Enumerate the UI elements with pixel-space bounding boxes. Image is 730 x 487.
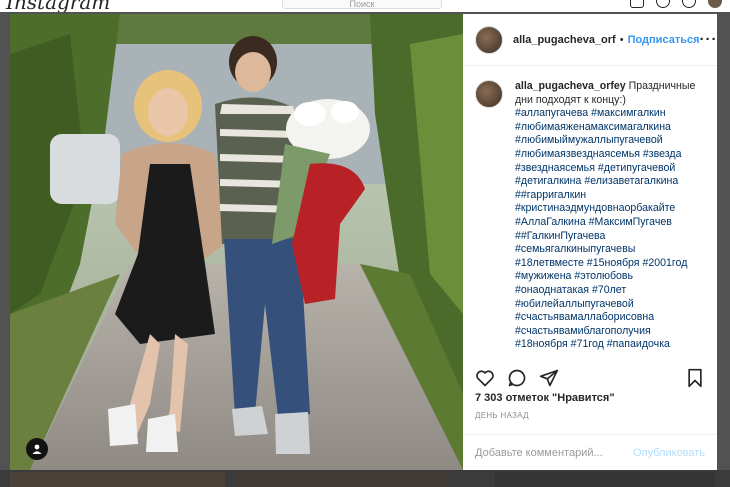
hashtag-line[interactable]: #юбилейаллыпугачевой [515, 298, 705, 312]
activity-icon[interactable] [682, 0, 696, 8]
add-comment-bar: Опубликовать [463, 434, 717, 470]
caption-author-avatar[interactable] [475, 80, 503, 108]
feed-thumbnail[interactable] [10, 472, 225, 487]
feed-thumbnail[interactable] [235, 472, 450, 487]
top-navigation-bar: Instagram Поиск [0, 0, 730, 12]
likes-count[interactable]: 7 303 отметок "Нравится" [475, 392, 615, 404]
hashtag-line[interactable]: #онаоднатакая #70лет [515, 284, 705, 298]
caption-username[interactable]: alla_pugacheva_orfey [515, 80, 626, 92]
user-icon [32, 444, 42, 454]
post-photo[interactable] [10, 14, 463, 470]
comments-section[interactable]: alla_pugacheva_orfey Праздничные дни под… [463, 66, 717, 356]
comment-icon[interactable] [507, 368, 527, 388]
explore-icon[interactable] [630, 0, 644, 8]
tagged-people-button[interactable] [26, 438, 48, 460]
hashtag-line[interactable]: #семьягалкиныпугачевы [515, 243, 705, 257]
post-side-panel: alla_pugacheva_orf • Подписаться ··· all… [463, 14, 717, 470]
hashtag-line[interactable]: #звезднаясемья #детипугачевой [515, 162, 705, 176]
hashtag-line[interactable]: #мужижена #этолюбовь [515, 270, 705, 284]
caption-body: alla_pugacheva_orfey Праздничные дни под… [515, 80, 705, 356]
more-options-button[interactable]: ··· [700, 31, 718, 48]
feed-thumbnail[interactable] [495, 472, 715, 487]
compass-icon[interactable] [656, 0, 670, 8]
hashtag-line[interactable]: ##ГалкинПугачева [515, 230, 705, 244]
post-timestamp[interactable]: ДЕНЬ НАЗАД [475, 411, 529, 420]
hashtag-line[interactable]: #детигалкина #елизаветагалкина [515, 175, 705, 189]
hashtag-line[interactable]: #любимыймужаллыпугачевой [515, 134, 705, 148]
profile-avatar-icon[interactable] [708, 0, 722, 8]
hashtag-line[interactable]: #любимаязвезднаясемья #звезда [515, 148, 705, 162]
instagram-logo[interactable]: Instagram [6, 0, 110, 12]
share-icon[interactable] [539, 368, 559, 388]
bookmark-icon[interactable] [685, 368, 705, 388]
top-nav-icons [630, 0, 722, 8]
publish-button[interactable]: Опубликовать [633, 447, 705, 459]
follow-button[interactable]: Подписаться [628, 34, 700, 46]
author-username[interactable]: alla_pugacheva_orf [513, 34, 616, 46]
hashtag-line[interactable]: #любимаяженамаксимагалкина [515, 121, 705, 135]
search-input[interactable]: Поиск [282, 0, 442, 9]
hashtag-line[interactable]: #аллапугачева #максимгалкин [515, 107, 705, 121]
post-actions [463, 364, 717, 392]
post-photo-image [10, 14, 463, 470]
author-avatar[interactable] [475, 25, 503, 54]
post-header: alla_pugacheva_orf • Подписаться ··· [463, 14, 717, 66]
hashtag-line[interactable]: #счастьявамиблагополучия [515, 325, 705, 339]
comment-input[interactable] [475, 446, 625, 459]
hashtag-line[interactable]: #кристинаэдмундовнаорбакайте [515, 202, 705, 216]
hashtag-line[interactable]: #счастьявамаллаборисовна [515, 311, 705, 325]
background-feed-strip [0, 470, 730, 487]
hashtag-line[interactable]: ##гарригалкин [515, 189, 705, 203]
hashtag-line[interactable]: #АллаГалкина #МаксимПугачев [515, 216, 705, 230]
hashtag-line[interactable]: #18ноября #71год #папаидочка [515, 338, 705, 352]
header-separator: • [619, 33, 624, 46]
hashtag-line[interactable]: #18летвместе #15ноября #2001год [515, 257, 705, 271]
caption-hashtags: #аллапугачева #максимгалкин #любимаяжена… [515, 107, 705, 352]
heart-icon[interactable] [475, 368, 495, 388]
